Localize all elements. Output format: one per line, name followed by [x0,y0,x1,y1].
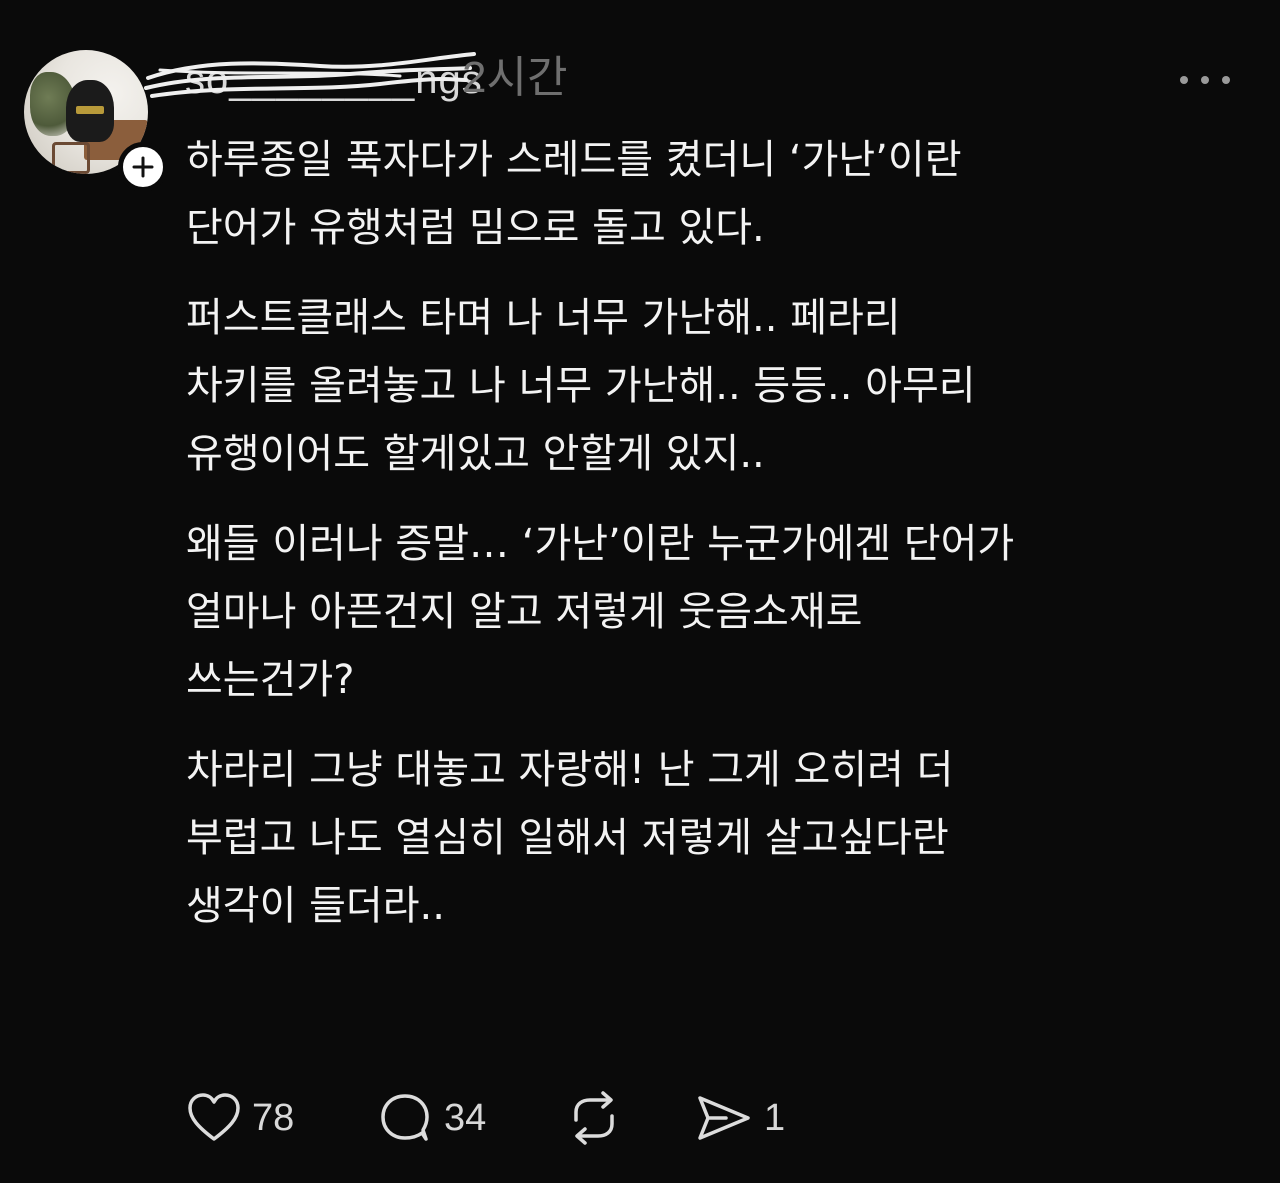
text-line: 부럽고 나도 열심히 일해서 저렇게 살고싶다란 [186,815,949,861]
post-timestamp: 2시간 [462,53,568,102]
thread-post: so________ngs 2시간 하루종일 푹자다가 스레드를 켰더니 ‘가난… [0,0,1280,1183]
plus-icon [131,155,155,179]
avatar-logo [76,106,104,114]
comment-bubble-icon [378,1092,434,1144]
text-line: 차키를 올려놓고 나 너무 가난해.. 등등.. 아무리 [186,363,976,409]
text-line: 하루종일 푹자다가 스레드를 켰더니 ‘가난’이란 [186,137,962,183]
avatar-chair [52,142,90,174]
comment-count: 34 [444,1096,487,1139]
text-line: 생각이 들더라.. [186,883,445,929]
text-line: 쓰는건가? [186,657,355,703]
post-body: 하루종일 푹자다가 스레드를 켰더니 ‘가난’이란 단어가 유행처럼 밈으로 돌… [186,126,1256,962]
comment-button[interactable]: 34 [378,1088,486,1148]
more-dot [1222,76,1230,84]
share-count: 1 [764,1096,786,1139]
username-container: so________ngs [185,56,483,104]
post-paragraph: 차라리 그냥 대놓고 자랑해! 난 그게 오히려 더 부럽고 나도 열심히 일해… [186,736,1256,940]
send-icon [694,1092,754,1144]
repost-icon [564,1090,624,1146]
follow-button[interactable] [118,142,168,192]
share-button[interactable]: 1 [694,1088,785,1148]
more-horizontal-icon [1180,76,1188,84]
post-paragraph: 왜들 이러나 증말… ‘가난’이란 누군가에겐 단어가 얼마나 아픈건지 알고 … [186,510,1256,714]
text-line: 단어가 유행처럼 밈으로 돌고 있다. [186,205,765,251]
text-line: 차라리 그냥 대놓고 자랑해! 난 그게 오히려 더 [186,747,954,793]
text-line: 왜들 이러나 증말… ‘가난’이란 누군가에겐 단어가 [186,521,1015,567]
text-line: 퍼스트클래스 타며 나 너무 가난해.. 페라리 [186,295,901,341]
like-button[interactable]: 78 [186,1088,294,1148]
text-line: 유행이어도 할게있고 안할게 있지.. [186,431,765,477]
more-options-button[interactable] [1180,66,1230,94]
text-line: 얼마나 아픈건지 알고 저렇게 웃음소재로 [186,589,863,635]
more-dot [1201,76,1209,84]
heart-icon [186,1092,242,1144]
username[interactable]: so________ngs [185,58,483,103]
like-count: 78 [252,1096,295,1139]
post-paragraph: 퍼스트클래스 타며 나 너무 가난해.. 페라리 차키를 올려놓고 나 너무 가… [186,284,1256,488]
repost-button[interactable] [564,1088,624,1148]
post-paragraph: 하루종일 푹자다가 스레드를 켰더니 ‘가난’이란 단어가 유행처럼 밈으로 돌… [186,126,1256,262]
action-bar: 78 34 1 [186,1088,886,1148]
